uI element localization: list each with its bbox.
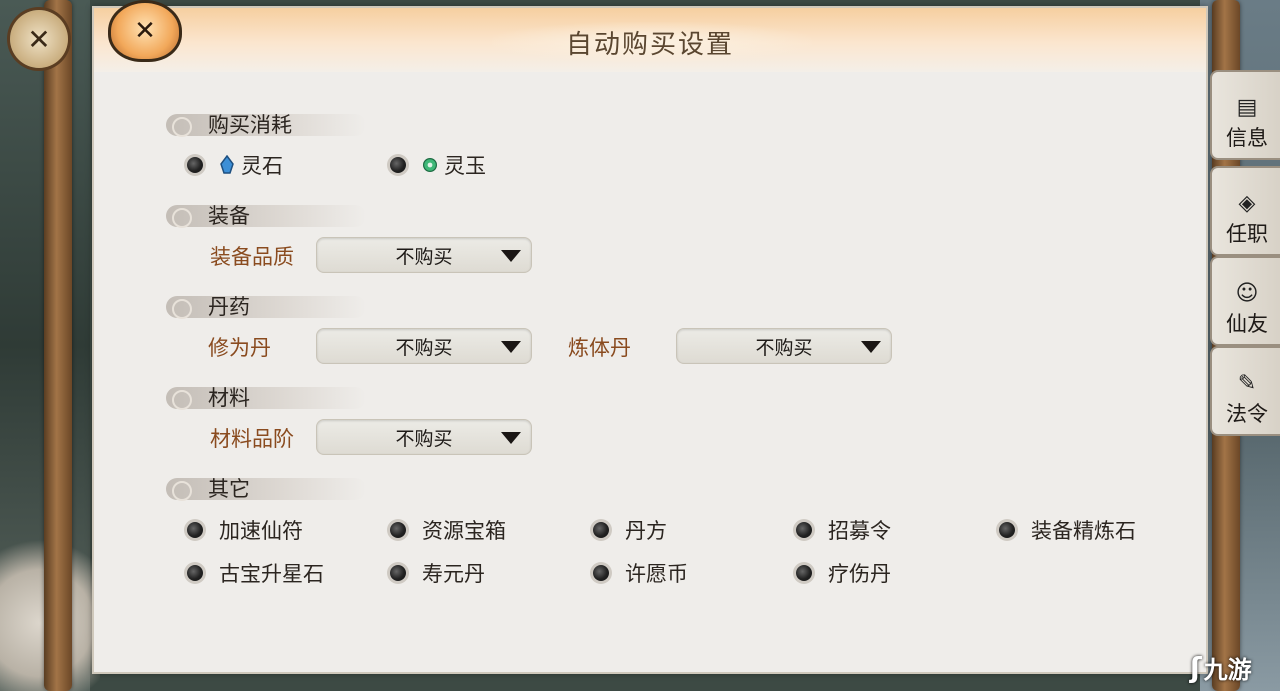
material-grade-label: 材料品阶	[210, 427, 294, 451]
section-brush	[166, 478, 366, 500]
scroll-rod-left	[44, 0, 72, 691]
radio-label: 寿元丹	[422, 562, 485, 586]
section-elixir: 丹药	[166, 290, 366, 322]
radio-dot[interactable]	[593, 565, 609, 581]
watermark: ʃ 九游	[1190, 650, 1252, 685]
radio-dot[interactable]	[187, 157, 203, 173]
tab-label: 信息	[1226, 126, 1268, 150]
radio-wish-coin[interactable]: 许愿币	[593, 558, 688, 588]
radio-dot[interactable]	[390, 157, 406, 173]
equipment-quality-label: 装备品质	[210, 245, 294, 269]
section-label: 购买消耗	[208, 113, 292, 137]
radio-refine-stone[interactable]: 装备精炼石	[999, 515, 1136, 545]
blue-spirit-stone-icon	[220, 155, 234, 174]
swirl-icon	[172, 117, 192, 137]
radio-label: 灵玉	[444, 154, 486, 178]
radio-label: 灵石	[241, 154, 283, 178]
section-other: 其它	[166, 472, 366, 504]
radio-label: 许愿币	[625, 562, 688, 586]
tab-decree[interactable]: ✎ 法令	[1210, 346, 1280, 436]
material-grade-dropdown[interactable]: 不购买	[316, 419, 532, 455]
radio-longevity-pill[interactable]: 寿元丹	[390, 558, 485, 588]
equipment-quality-dropdown[interactable]: 不购买	[316, 237, 532, 273]
dropdown-arrow-icon[interactable]	[501, 341, 521, 353]
radio-dot[interactable]	[187, 565, 203, 581]
xiuwei-pill-dropdown[interactable]: 不购买	[316, 328, 532, 364]
radio-dot[interactable]	[999, 522, 1015, 538]
dropdown-value: 不购买	[395, 336, 453, 359]
seal-icon: ◈	[1238, 191, 1256, 216]
watermark-logo-icon: ʃ	[1190, 651, 1202, 684]
radio-dot[interactable]	[390, 522, 406, 538]
radio-label: 疗伤丹	[828, 562, 891, 586]
lianti-pill-dropdown[interactable]: 不购买	[676, 328, 892, 364]
section-label: 丹药	[208, 295, 250, 319]
radio-recruit-token[interactable]: 招募令	[796, 515, 891, 545]
section-material: 材料	[166, 381, 366, 413]
page-title: 自动购买设置	[565, 30, 734, 60]
radio-resource-chest[interactable]: 资源宝箱	[390, 515, 506, 545]
green-jade-icon	[423, 158, 437, 172]
tab-info[interactable]: ▤ 信息	[1210, 70, 1280, 160]
tab-label: 任职	[1226, 222, 1268, 246]
radio-spirit-stone[interactable]: 灵石	[187, 150, 283, 180]
tab-label: 仙友	[1226, 312, 1268, 336]
radio-dot[interactable]	[187, 522, 203, 538]
section-label: 装备	[208, 204, 250, 228]
scroll-icon: ▤	[1236, 95, 1258, 120]
radio-dot[interactable]	[593, 522, 609, 538]
swirl-icon	[172, 208, 192, 228]
radio-recipe[interactable]: 丹方	[593, 515, 667, 545]
section-label: 材料	[208, 386, 250, 410]
radio-relic-star-stone[interactable]: 古宝升星石	[187, 558, 324, 588]
xiuwei-pill-label: 修为丹	[208, 336, 271, 360]
watermark-text: 九游	[1203, 656, 1252, 684]
swirl-icon	[172, 299, 192, 319]
swirl-icon	[172, 390, 192, 410]
dropdown-value: 不购买	[395, 427, 453, 450]
section-brush	[166, 387, 366, 409]
radio-label: 招募令	[828, 519, 891, 543]
radio-accel-talisman[interactable]: 加速仙符	[187, 515, 303, 545]
dropdown-value: 不购买	[755, 336, 813, 359]
swirl-icon	[172, 481, 192, 501]
auto-buy-settings-panel: 自动购买设置 购买消耗 灵石 灵玉 装备 装备品质 不购买 丹药 修为丹 不购买…	[92, 6, 1208, 674]
section-equipment: 装备	[166, 199, 366, 231]
dropdown-value: 不购买	[395, 245, 453, 268]
radio-healing-pill[interactable]: 疗伤丹	[796, 558, 891, 588]
radio-dot[interactable]	[796, 522, 812, 538]
tab-office[interactable]: ◈ 任职	[1210, 166, 1280, 256]
person-icon: ☺	[1235, 281, 1259, 306]
section-brush	[166, 205, 366, 227]
radio-label: 资源宝箱	[422, 519, 506, 543]
radio-label: 丹方	[625, 519, 667, 543]
mascot-ornament-icon: ✕	[108, 0, 182, 62]
radio-dot[interactable]	[796, 565, 812, 581]
radio-jade[interactable]: 灵玉	[390, 150, 486, 180]
tab-label: 法令	[1226, 402, 1268, 426]
section-label: 其它	[208, 477, 250, 501]
dropdown-arrow-icon[interactable]	[501, 250, 521, 262]
lianti-pill-label: 炼体丹	[568, 336, 631, 360]
back-ornament-icon[interactable]: ✕	[10, 10, 68, 68]
section-cost: 购买消耗	[166, 108, 366, 140]
dropdown-arrow-icon[interactable]	[861, 341, 881, 353]
radio-label: 加速仙符	[219, 519, 303, 543]
radio-label: 古宝升星石	[219, 562, 324, 586]
section-brush	[166, 296, 366, 318]
tab-friends[interactable]: ☺ 仙友	[1210, 256, 1280, 346]
radio-dot[interactable]	[390, 565, 406, 581]
decree-icon: ✎	[1237, 371, 1257, 396]
dropdown-arrow-icon[interactable]	[501, 432, 521, 444]
radio-label: 装备精炼石	[1031, 519, 1136, 543]
